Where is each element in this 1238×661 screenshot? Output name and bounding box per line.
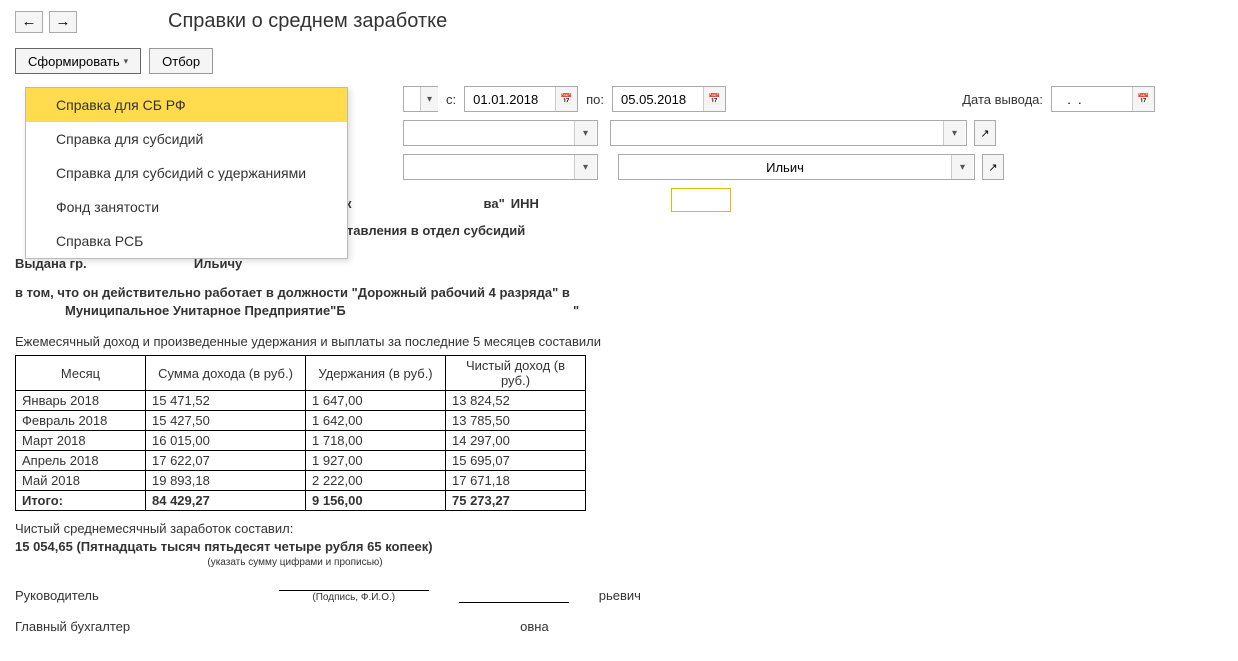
calendar-icon[interactable]: 📅 — [703, 87, 725, 111]
table-cell: 1 642,00 — [306, 411, 446, 431]
table-row: Март 201816 015,001 718,0014 297,00 — [16, 431, 586, 451]
chevron-down-icon: ▾ — [124, 56, 129, 67]
inn-label: ИНН — [511, 196, 539, 211]
generate-label: Сформировать — [28, 54, 120, 69]
nav-back-button[interactable]: ← — [15, 11, 43, 33]
table-row: Май 201819 893,182 222,0017 671,18 — [16, 471, 586, 491]
output-date-input[interactable] — [1052, 87, 1132, 111]
table-row: Февраль 201815 427,501 642,0013 785,50 — [16, 411, 586, 431]
calendar-icon[interactable]: 📅 — [1132, 87, 1154, 111]
table-cell: 13 824,52 — [446, 391, 586, 411]
table-row: Апрель 201817 622,071 927,0015 695,07 — [16, 451, 586, 471]
table-cell: 1 927,00 — [306, 451, 446, 471]
chevron-down-icon[interactable]: ▾ — [420, 87, 438, 111]
date-to-label: по: — [586, 92, 604, 107]
col-month: Месяц — [16, 356, 146, 391]
dept-input[interactable] — [404, 155, 574, 179]
table-cell: 15 471,52 — [146, 391, 306, 411]
date-from-input[interactable] — [465, 87, 555, 111]
chevron-down-icon[interactable]: ▾ — [951, 155, 973, 179]
chevron-down-icon[interactable]: ▾ — [943, 121, 965, 145]
expand-icon[interactable]: ↗ — [982, 154, 1004, 180]
avg-hint: (указать сумму цифрами и прописью) — [95, 557, 495, 568]
table-total-row: Итого: 84 429,27 9 156,00 75 273,27 — [16, 491, 586, 511]
table-cell: 14 297,00 — [446, 431, 586, 451]
menu-item-subsidy-deductions[interactable]: Справка для субсидий с удержаниями — [26, 156, 347, 190]
output-date-label: Дата вывода: — [962, 92, 1043, 107]
col-net: Чистый доход (в руб.) — [446, 356, 586, 391]
table-cell: Март 2018 — [16, 431, 146, 451]
generate-button[interactable]: Сформировать ▾ — [15, 48, 141, 74]
org-frag-2: ва" — [484, 196, 505, 211]
total-deduct: 9 156,00 — [306, 491, 446, 511]
col-income: Сумма дохода (в руб.) — [146, 356, 306, 391]
date-from-label: с: — [446, 92, 456, 107]
table-cell: Январь 2018 — [16, 391, 146, 411]
works-as-line-2b: " — [573, 303, 579, 318]
accountant-name-end: овна — [520, 619, 549, 634]
manager-name-end: рьевич — [599, 588, 641, 603]
table-cell: Май 2018 — [16, 471, 146, 491]
menu-item-subsidy[interactable]: Справка для субсидий — [26, 122, 347, 156]
avg-label: Чистый среднемесячный заработок составил… — [15, 521, 1223, 536]
table-cell: Апрель 2018 — [16, 451, 146, 471]
filter-button[interactable]: Отбор — [149, 48, 213, 74]
col-deduct: Удержания (в руб.) — [306, 356, 446, 391]
total-label: Итого: — [16, 491, 146, 511]
report-preview: к ва" ИНН Справка о заработной плате для… — [0, 216, 1238, 644]
date-to-input[interactable] — [613, 87, 703, 111]
menu-item-employment-fund[interactable]: Фонд занятости — [26, 190, 347, 224]
table-cell: 13 785,50 — [446, 411, 586, 431]
menu-item-rsb[interactable]: Справка РСБ — [26, 224, 347, 258]
generate-dropdown-menu: Справка для СБ РФ Справка для субсидий С… — [25, 87, 348, 259]
expand-icon[interactable]: ↗ — [974, 120, 996, 146]
table-cell: 15 695,07 — [446, 451, 586, 471]
page-title: Справки о среднем заработке — [168, 10, 447, 33]
unknown-small-input[interactable] — [404, 87, 420, 111]
menu-item-sb-rf[interactable]: Справка для СБ РФ — [26, 88, 347, 122]
total-net: 75 273,27 — [446, 491, 586, 511]
monthly-intro: Ежемесячный доход и произведенные удержа… — [15, 334, 1223, 349]
table-cell: 15 427,50 — [146, 411, 306, 431]
table-cell: 2 222,00 — [306, 471, 446, 491]
org-input-2[interactable] — [611, 121, 943, 145]
table-cell: 16 015,00 — [146, 431, 306, 451]
signature-line-2 — [459, 602, 569, 603]
chevron-down-icon[interactable]: ▾ — [574, 155, 596, 179]
works-as-line-1: в том, что он действительно работает в д… — [15, 285, 1223, 300]
table-cell: 1 718,00 — [306, 431, 446, 451]
org-input-1[interactable] — [404, 121, 574, 145]
total-income: 84 429,27 — [146, 491, 306, 511]
chevron-down-icon[interactable]: ▾ — [574, 121, 596, 145]
table-cell: 17 622,07 — [146, 451, 306, 471]
table-cell: Февраль 2018 — [16, 411, 146, 431]
table-header-row: Месяц Сумма дохода (в руб.) Удержания (в… — [16, 356, 586, 391]
person-input[interactable] — [619, 155, 951, 179]
signature-line-1: (Подпись, Ф.И.О.) — [279, 590, 429, 603]
highlighted-box[interactable] — [671, 188, 731, 212]
income-table: Месяц Сумма дохода (в руб.) Удержания (в… — [15, 355, 586, 511]
accountant-label: Главный бухгалтер — [15, 619, 130, 634]
table-cell: 19 893,18 — [146, 471, 306, 491]
table-cell: 17 671,18 — [446, 471, 586, 491]
avg-value: 15 054,65 (Пятнадцать тысяч пятьдесят че… — [15, 539, 1223, 554]
works-as-line-2: Муниципальное Унитарное Предприятие"Б — [65, 303, 346, 318]
table-cell: 1 647,00 — [306, 391, 446, 411]
calendar-icon[interactable]: 📅 — [555, 87, 577, 111]
manager-label: Руководитель — [15, 588, 99, 603]
nav-forward-button[interactable]: → — [49, 11, 77, 33]
table-row: Январь 201815 471,521 647,0013 824,52 — [16, 391, 586, 411]
